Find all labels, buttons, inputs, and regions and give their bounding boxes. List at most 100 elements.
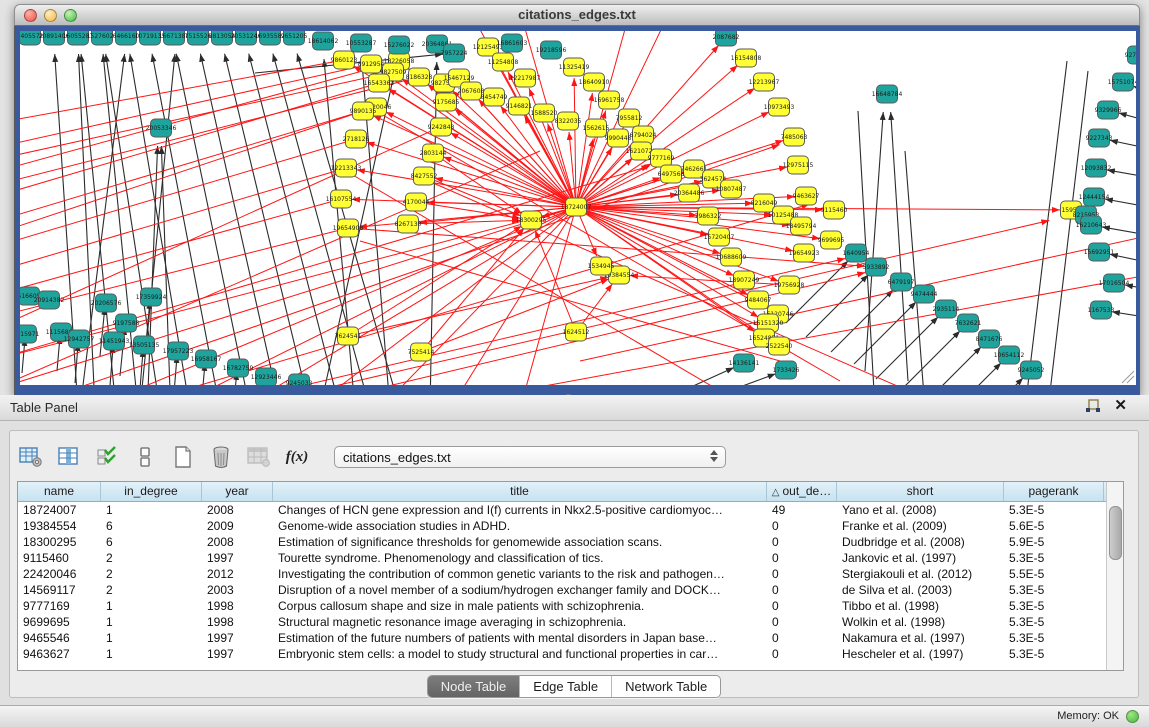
vertical-scrollbar[interactable] [1106, 482, 1123, 670]
table-row[interactable]: 1456911722003Disruption of a novel membe… [18, 582, 1123, 598]
graph-edge[interactable] [939, 363, 1001, 385]
column-header-title[interactable]: title [273, 482, 767, 501]
canvas-resize-grip[interactable] [1122, 371, 1134, 383]
column-header-pagerank[interactable]: pagerank [1004, 482, 1104, 501]
graph-edge[interactable] [1119, 113, 1136, 127]
graph-node-label: 2803144 [420, 150, 447, 157]
column-header-in_degree[interactable]: in_degree [101, 482, 202, 501]
graph-edge[interactable] [424, 176, 521, 216]
graph-edge[interactable] [1105, 199, 1136, 211]
graph-edge[interactable] [20, 64, 371, 151]
table-row[interactable]: 911546021997Tourette syndrome. Phenomeno… [18, 550, 1123, 566]
graph-node-label: 16782759 [223, 365, 254, 372]
delete-column-icon[interactable] [208, 444, 234, 470]
graph-node-label: 15276022 [384, 42, 415, 49]
graph-edge[interactable] [865, 112, 883, 371]
table-cell: Hescheler et al. (1997) [837, 646, 1004, 662]
window-title: citations_edges.txt [15, 5, 1139, 25]
column-header-name[interactable]: name [18, 482, 101, 501]
graph-edge[interactable] [20, 199, 341, 299]
table-cell: Stergiakouli et al. (2012) [837, 566, 1004, 582]
memory-status-indicator [1126, 710, 1139, 723]
graph-edge[interactable] [20, 139, 356, 251]
network-window: citations_edges.txt 18724007986012389129… [14, 4, 1140, 395]
graph-node-label: 9197588 [113, 320, 140, 327]
table-cell: 0 [767, 518, 837, 534]
graph-edge[interactable] [1110, 140, 1136, 153]
graph-edge[interactable] [919, 347, 981, 385]
select-all-icon[interactable] [94, 444, 120, 470]
graph-edge[interactable] [961, 378, 1023, 385]
table-row[interactable]: 946362711997Embryonic stem cells: a mode… [18, 646, 1123, 662]
combo-arrows-icon [710, 450, 718, 462]
table-row[interactable]: 1872400712008Changes of HCN gene express… [18, 502, 1123, 518]
table-cell: Tourette syndrome. Phenomenology and cla… [273, 550, 767, 566]
graph-node-label: 18724007 [561, 204, 592, 211]
float-panel-icon[interactable] [1085, 399, 1101, 418]
tab-edge-table[interactable]: Edge Table [519, 676, 611, 697]
close-window-button[interactable] [24, 9, 37, 22]
graph-edge[interactable] [1112, 312, 1136, 321]
table-mode-icon[interactable] [18, 444, 44, 470]
graph-edge[interactable] [535, 230, 576, 332]
scrollbar-thumb[interactable] [1109, 506, 1122, 560]
table-toolbar: f(x) citations_edges.txt [18, 439, 726, 475]
table-cell: 1997 [202, 630, 273, 646]
new-column-icon[interactable] [170, 444, 196, 470]
graph-node-label: 12975115 [783, 162, 814, 169]
table-row[interactable]: 2242004622012Investigating the contribut… [18, 566, 1123, 582]
graph-node-label: 7624541 [335, 333, 362, 340]
table-cell: 1 [101, 630, 202, 646]
graph-node-label: 18907249 [729, 277, 760, 284]
graph-edge[interactable] [130, 54, 190, 385]
graph-edge[interactable] [170, 207, 576, 385]
table-row[interactable]: 946554611997Estimation of the future num… [18, 630, 1123, 646]
graph-edge[interactable] [249, 54, 340, 385]
status-bar: Memory: OK [0, 705, 1149, 727]
graph-edge[interactable] [20, 168, 346, 276]
graph-node-label: 8912954 [358, 61, 385, 68]
table-cell: Yano et al. (2008) [837, 502, 1004, 518]
close-panel-icon[interactable]: ✕ [1114, 396, 1127, 414]
table-row[interactable]: 1830029562008Estimation of significance … [18, 534, 1123, 550]
function-builder-icon[interactable]: f(x) [284, 444, 310, 470]
graph-node-label: 11451943 [99, 338, 130, 345]
graph-edge[interactable] [854, 302, 916, 364]
graph-edge[interactable] [348, 226, 522, 336]
graph-node-label: 2935114 [933, 306, 960, 313]
minimize-window-button[interactable] [44, 9, 57, 22]
table-cell: de Silva et al. (2003) [837, 582, 1004, 598]
column-header-out_de[interactable]: △out_de… [767, 482, 837, 501]
import-table-icon[interactable] [246, 444, 272, 470]
graph-node-label: 12093832 [1081, 165, 1112, 172]
graph-edge[interactable] [176, 54, 250, 385]
tab-node-table[interactable]: Node Table [428, 676, 520, 697]
window-titlebar[interactable]: citations_edges.txt [14, 4, 1140, 26]
network-canvas[interactable]: 1872400798601238912954182260589827509165… [20, 31, 1136, 385]
column-visibility-icon[interactable] [56, 444, 82, 470]
column-header-year[interactable]: year [202, 482, 273, 501]
table-row[interactable]: 1938455462009Genome-wide association stu… [18, 518, 1123, 534]
graph-node-label: 17957223 [163, 348, 194, 355]
graph-edge[interactable] [1025, 61, 1067, 385]
table-cell: 9777169 [18, 598, 101, 614]
graph-node-label: 16543362 [364, 80, 395, 87]
table-row[interactable]: 969969511998Structural magnetic resonanc… [18, 614, 1123, 630]
table-cell: Tibbo et al. (1998) [837, 598, 1004, 614]
tab-network-table[interactable]: Network Table [611, 676, 720, 697]
table-cell: 0 [767, 582, 837, 598]
graph-edge[interactable] [421, 228, 524, 352]
graph-edge[interactable] [905, 151, 925, 385]
column-header-short[interactable]: short [837, 482, 1004, 501]
zoom-window-button[interactable] [64, 9, 77, 22]
table-view-icon[interactable] [132, 444, 158, 470]
table-row[interactable]: 977716911998Corpus callosum shape and si… [18, 598, 1123, 614]
graph-edge[interactable] [380, 207, 576, 385]
graph-node-label: 12444154 [1079, 194, 1110, 201]
graph-node-label: 1624512 [563, 329, 590, 336]
graph-edge[interactable] [660, 368, 734, 385]
table-cell: Estimation of the future numbers of pati… [273, 630, 767, 646]
table-selector[interactable]: citations_edges.txt [334, 446, 726, 468]
graph-edge[interactable] [1102, 227, 1136, 239]
graph-edge[interactable] [419, 207, 576, 223]
